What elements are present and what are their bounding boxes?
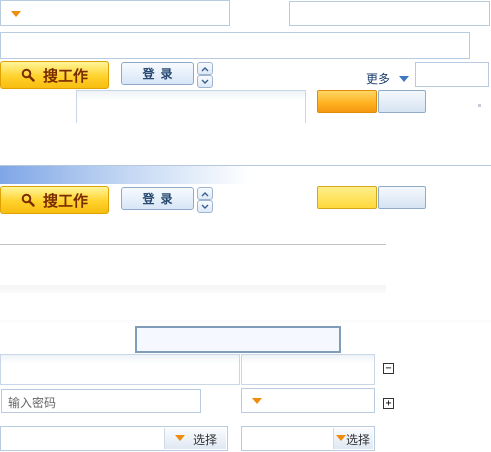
login-button[interactable]: 登录 [121,62,194,85]
yellow-action-button[interactable] [317,186,377,209]
blue-action-button[interactable] [378,90,426,113]
select-arrow-icon [175,435,185,441]
select-button-right[interactable]: 选择 [333,428,373,449]
spin-up-button[interactable] [197,62,213,75]
blue-action-button-2[interactable] [378,186,426,209]
chevron-up-icon [201,66,209,71]
plus-icon[interactable]: + [383,398,394,409]
dropdown-select-top[interactable] [0,0,230,26]
chevron-down-icon [201,79,209,84]
dropdown-arrow-icon [11,11,21,17]
orange-action-button[interactable] [317,90,377,113]
select-combo-left[interactable]: 选择 [0,426,228,451]
password-input[interactable]: 输入密码 [1,389,201,413]
password-placeholder: 输入密码 [8,396,57,410]
select-button-left[interactable]: 选择 [164,428,226,449]
search-jobs-button-2[interactable]: 搜工作 [0,186,109,214]
spin-down-button-2[interactable] [197,200,213,213]
search-jobs-label-2: 搜工作 [42,191,88,210]
magnifier-icon [21,68,35,82]
chevron-down-icon [201,204,209,209]
text-input-left-1[interactable] [0,354,240,385]
spin-down-button[interactable] [197,75,213,88]
search-jobs-button[interactable]: 搜工作 [0,61,109,89]
more-input[interactable] [415,62,489,87]
chevron-up-icon [201,191,209,196]
login-label: 登录 [142,67,179,81]
dropdown-arrow-icon [252,398,262,404]
login-button-2[interactable]: 登录 [121,187,194,210]
spin-up-button-2[interactable] [197,187,213,200]
dropdown-select-mid[interactable] [241,388,375,413]
gradient-bar [0,166,250,184]
select-label-right: 选择 [346,433,371,447]
wide-text-input[interactable] [0,32,470,59]
magnifier-icon [21,193,35,207]
more-label: 更多 [366,72,391,86]
more-link[interactable]: 更多 [366,70,412,86]
more-arrow-icon [399,76,409,82]
select-combo-right[interactable]: 选择 [241,426,375,451]
faint-band-2 [0,320,491,324]
faint-band [0,285,386,293]
small-dot [478,104,481,107]
login-label-2: 登录 [142,192,179,206]
text-input-top-right[interactable] [289,1,490,26]
separator-line [0,244,386,245]
textarea-panel[interactable] [76,90,306,123]
focused-input[interactable] [135,326,341,353]
select-arrow-icon [336,435,346,441]
minus-icon[interactable]: − [383,363,394,374]
search-jobs-label: 搜工作 [42,66,88,85]
select-label-left: 选择 [193,433,218,447]
text-input-right-1[interactable] [241,354,375,385]
